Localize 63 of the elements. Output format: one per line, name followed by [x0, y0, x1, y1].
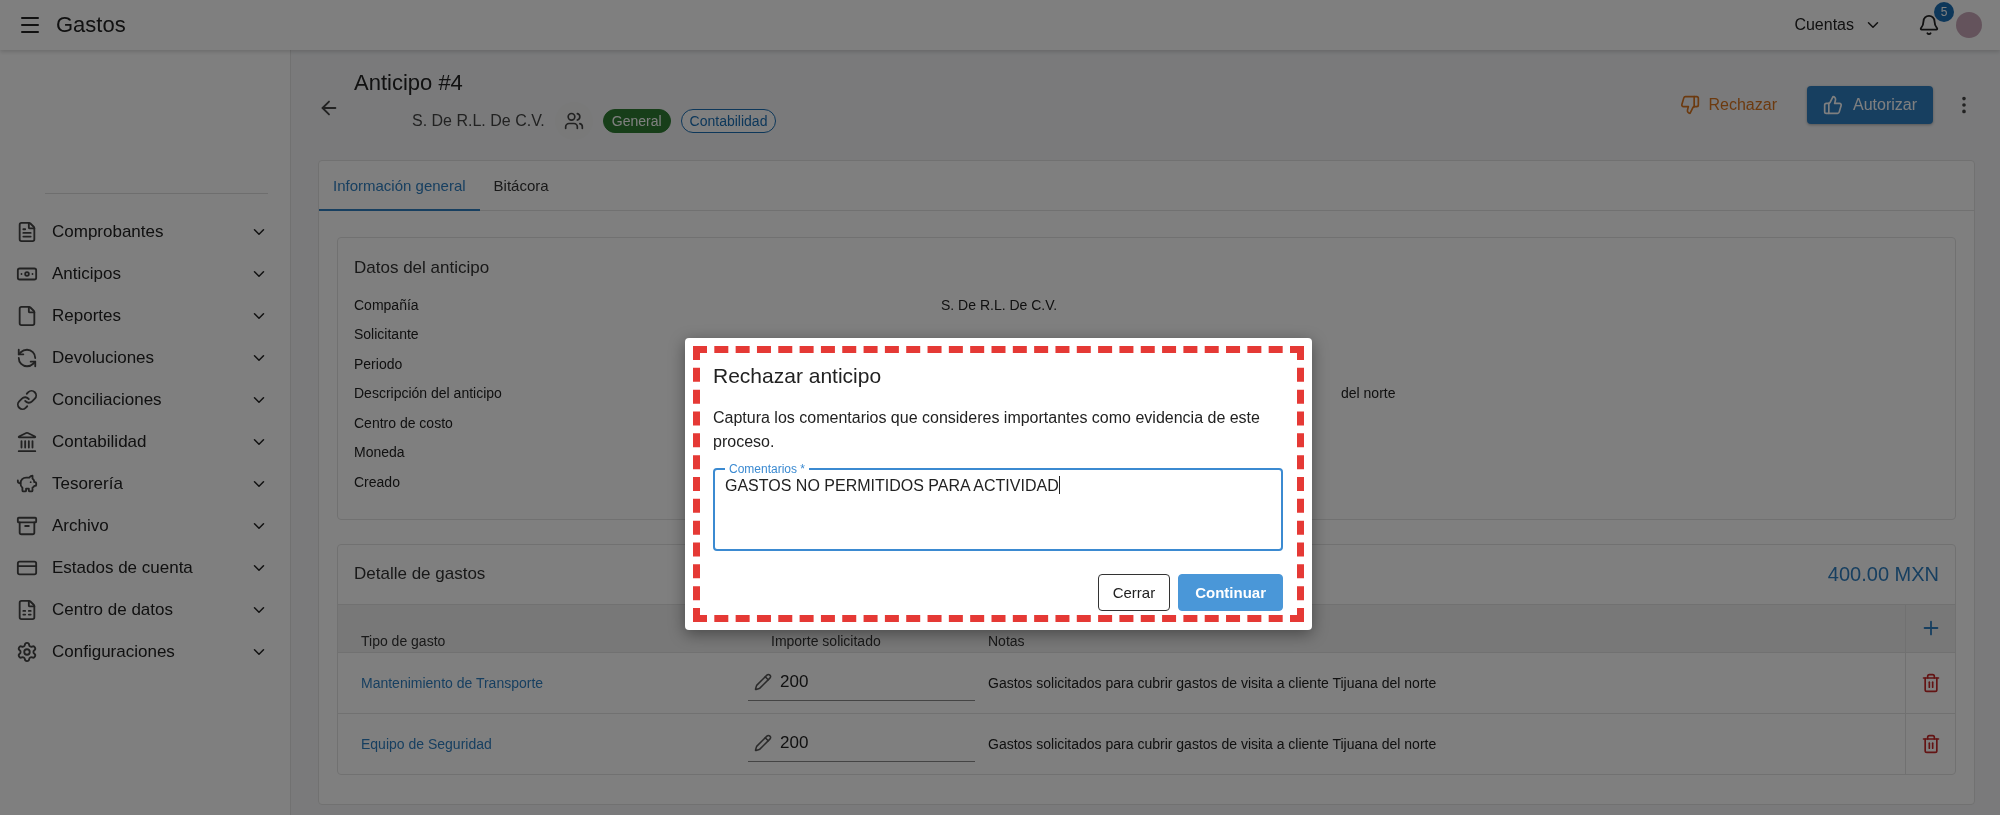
sidebar-item[interactable]: Conciliaciones [0, 379, 290, 421]
authorize-button[interactable]: Autorizar [1806, 86, 1933, 124]
field-label: Compañía [354, 296, 419, 313]
expense-type-link[interactable]: Equipo de Seguridad [338, 735, 748, 752]
column-header: Tipo de gasto [360, 632, 447, 651]
field-label: Moneda [354, 444, 405, 461]
page-title: Anticipo #4 [354, 70, 464, 96]
continue-button[interactable]: Continuar [1178, 574, 1283, 611]
amount-field[interactable]: 200 [748, 664, 975, 701]
sidebar-item[interactable]: Anticipos [0, 253, 290, 295]
section-title: Datos del anticipo [354, 258, 490, 278]
field-value: S. De R.L. De C.V. [941, 296, 1058, 313]
sidebar-item[interactable]: Devoluciones [0, 337, 290, 379]
account-menu[interactable]: Cuentas [1788, 15, 1888, 35]
expense-type-link[interactable]: Mantenimiento de Transporte [338, 674, 748, 691]
sidebar-item[interactable]: Contabilidad [0, 421, 290, 463]
close-button[interactable]: Cerrar [1097, 574, 1171, 611]
tag-chip: General [602, 109, 671, 133]
settings-icon [16, 641, 38, 663]
dialog-message: Captura los comentarios que consideres importantes como evidencia de este proceso. [713, 408, 1261, 452]
tab[interactable]: Bitácora [479, 161, 563, 211]
link-icon [16, 389, 38, 411]
thumbs-up-icon [1822, 95, 1843, 115]
app-title: Gastos [56, 12, 127, 38]
tab[interactable]: Información general [319, 161, 480, 211]
field-label: Periodo [354, 355, 403, 372]
column-header: Notas [987, 632, 1026, 651]
column-header: Importe solicitado [770, 632, 882, 651]
sidebar-item[interactable]: Centro de datos [0, 589, 290, 631]
comments-field[interactable]: Comentarios * GASTOS NO PERMITIDOS PARA ACTIVIDAD [713, 462, 1283, 551]
piggy-bank-icon [16, 473, 38, 495]
table-cell-text: Gastos solicitados para cubrir gastos de visita a cliente Tijuana del norte [987, 674, 1438, 691]
file-icon [16, 305, 38, 327]
sidebar-item[interactable]: Archivo [0, 505, 290, 547]
field-label: Centro de costo [354, 414, 453, 431]
company-name: S. De R.L. De C.V. [412, 112, 545, 130]
delete-icon[interactable] [1920, 733, 1941, 754]
spreadsheet-icon [16, 599, 38, 621]
table-cell-text: Gastos solicitados para cubrir gastos de visita a cliente Tijuana del norte [987, 735, 1438, 752]
pencil-icon [754, 734, 772, 752]
sidebar-item[interactable]: Comprobantes [0, 211, 290, 253]
tag-chip: Contabilidad [680, 109, 777, 133]
field-label: Solicitante [354, 326, 419, 343]
total-amount: 400.00 MXN [1827, 562, 1939, 586]
section-title: Detalle de gastos [354, 564, 486, 584]
field-label: Descripción del anticipo [354, 385, 502, 402]
document-icon [16, 221, 38, 243]
refresh-icon [16, 347, 38, 369]
delete-icon[interactable] [1920, 672, 1941, 693]
field-label: Creado [354, 473, 400, 490]
notifications-icon[interactable] [1918, 14, 1940, 36]
dialog-title: Rechazar anticipo [713, 364, 883, 388]
archive-icon [16, 515, 38, 537]
sidebar-item[interactable]: Configuraciones [0, 631, 290, 673]
sidebar-item[interactable]: Estados de cuenta [0, 547, 290, 589]
sidebar-item[interactable]: Tesorería [0, 463, 290, 505]
thumbs-down-icon [1680, 95, 1701, 115]
bank-icon [16, 431, 38, 453]
sidebar-item[interactable]: Reportes [0, 295, 290, 337]
pencil-icon [754, 673, 772, 691]
field-value: del norte [1340, 385, 1396, 402]
notification-count: 5 [1934, 2, 1954, 22]
amount-field[interactable]: 200 [748, 725, 975, 762]
